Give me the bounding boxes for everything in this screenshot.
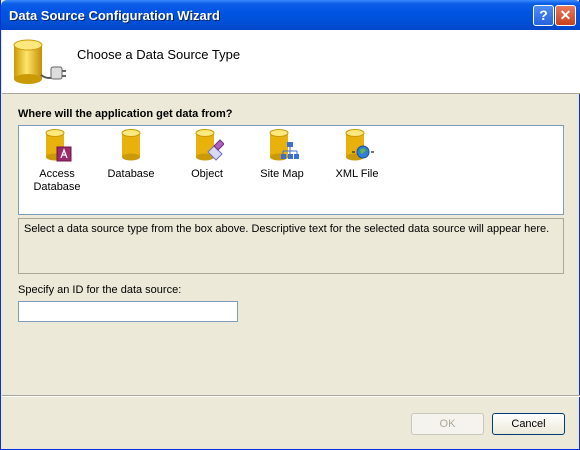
list-item-xml-file[interactable]: XML File: [327, 128, 387, 181]
wizard-header: Choose a Data Source Type: [2, 30, 580, 94]
object-icon: [195, 129, 224, 161]
list-item-label: Object: [191, 168, 223, 180]
id-input[interactable]: [18, 301, 238, 322]
site-map-icon: [269, 129, 299, 161]
page-title: Choose a Data Source Type: [77, 47, 241, 62]
close-button[interactable]: ✕: [555, 5, 576, 26]
list-item-label: Database: [107, 168, 155, 180]
list-item-database[interactable]: Database: [101, 128, 161, 181]
list-item-site-map[interactable]: Site Map: [252, 128, 312, 181]
database-plug-icon: [13, 39, 66, 84]
list-item-label: Site Map: [260, 168, 304, 180]
help-button[interactable]: ?: [533, 5, 554, 26]
description-box: Select a data source type from the box a…: [18, 218, 564, 274]
access-database-icon: [45, 129, 72, 162]
cancel-button[interactable]: Cancel: [492, 413, 565, 435]
wizard-window: Data Source Configuration Wizard ? ✕ Cho…: [0, 0, 580, 450]
window-title: Data Source Configuration Wizard: [9, 8, 220, 23]
list-item-label: XML File: [335, 168, 379, 180]
data-source-question: Where will the application get data from…: [18, 108, 233, 120]
id-field-label: Specify an ID for the data source:: [18, 284, 182, 296]
list-item-access-database[interactable]: Access Database: [27, 128, 87, 194]
button-separator: [2, 395, 580, 397]
data-source-list[interactable]: Access Database Database Object Site Map…: [18, 125, 564, 215]
xml-file-icon: [345, 129, 374, 161]
list-item-object[interactable]: Object: [177, 128, 237, 181]
database-icon: [121, 129, 141, 161]
title-bar[interactable]: Data Source Configuration Wizard ? ✕: [1, 0, 580, 30]
ok-button[interactable]: OK: [411, 413, 484, 435]
list-item-label: Access Database: [33, 168, 81, 193]
